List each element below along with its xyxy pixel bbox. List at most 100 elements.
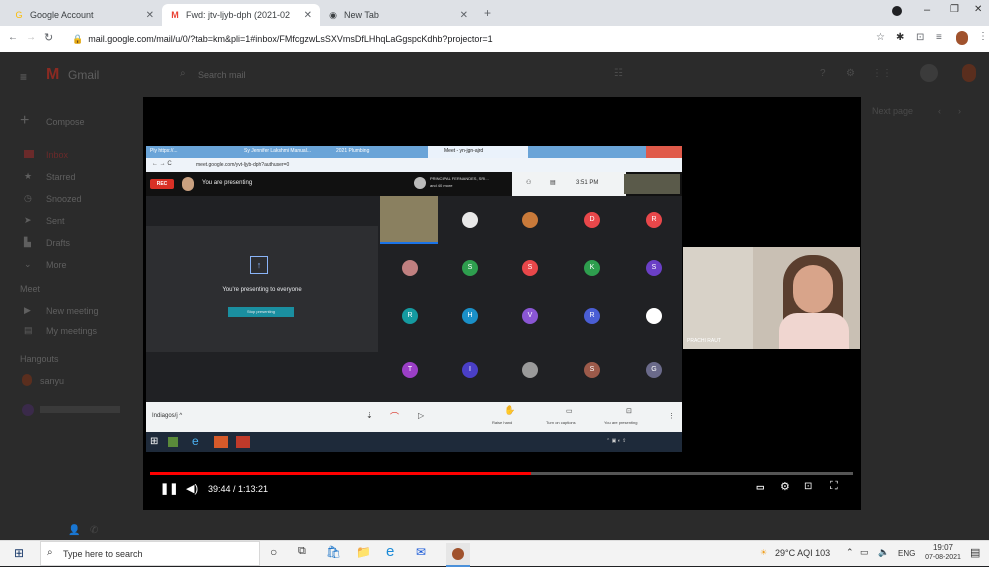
clock-date[interactable]: 07-08-2021 — [924, 554, 962, 561]
gmail-logo-text: Gmail — [68, 68, 100, 82]
chat-icon: ▤ — [550, 180, 556, 186]
nav-sent[interactable]: Sent — [46, 216, 65, 226]
search-options-icon[interactable]: ☷ — [614, 68, 623, 79]
store-icon[interactable]: 🛍 — [326, 545, 341, 559]
raise-hand-label: Raise hand — [492, 420, 513, 425]
cast-icon[interactable]: ⊡ — [916, 32, 924, 43]
miniplayer-icon[interactable]: ⊡ — [804, 481, 812, 492]
participant-tile: R — [402, 308, 418, 324]
presenting-to-everyone-text: You're presenting to everyone — [222, 287, 302, 293]
reload-icon[interactable]: ↻ — [44, 31, 53, 44]
nav-drafts[interactable]: Drafts — [46, 238, 70, 248]
settings-icon[interactable]: ⚙ — [846, 68, 855, 79]
windows-start-icon[interactable]: ⊞ — [14, 546, 24, 560]
participant-video-tile — [380, 196, 438, 244]
close-window-icon[interactable]: ✕ — [974, 4, 982, 15]
browser-tab-new-tab[interactable]: ◉ New Tab ✕ — [320, 4, 476, 26]
participant-tile: G — [646, 362, 662, 378]
nav-inbox[interactable]: Inbox — [46, 150, 68, 160]
new-tab-button[interactable]: + — [484, 6, 491, 20]
phone-icon[interactable]: ✆ — [90, 525, 98, 536]
prev-page-icon[interactable]: ‹ — [938, 106, 941, 116]
weather-text[interactable]: 29°C AQI 103 — [775, 548, 830, 558]
meet-clock: 3:51 PM — [576, 180, 599, 186]
taskbar-search-box[interactable]: ⌕ Type here to search — [40, 541, 260, 566]
nav-snoozed[interactable]: Snoozed — [46, 194, 82, 204]
video-time-readout: 39:44 / 1:13:21 — [208, 484, 269, 494]
pause-icon[interactable]: ❚❚ — [160, 482, 178, 495]
notification-icon[interactable]: ▤ — [970, 546, 980, 559]
clock-time[interactable]: 19:07 — [924, 543, 962, 552]
extension-icon[interactable]: ✱ — [896, 32, 904, 43]
maximize-icon[interactable]: ❐ — [950, 4, 959, 15]
apps-grid-icon[interactable]: ⋮⋮ — [872, 68, 892, 79]
search-icon[interactable]: ⌕ — [180, 68, 186, 79]
battery-icon[interactable]: ▭ — [860, 547, 869, 558]
star-icon[interactable]: ☆ — [876, 32, 885, 43]
more-menu-icon[interactable]: ⋮ — [978, 31, 988, 42]
volume-icon[interactable]: ◀) — [186, 482, 198, 495]
participant-avatar-icon — [414, 177, 426, 189]
close-tab-icon[interactable]: ✕ — [146, 10, 154, 21]
avatar[interactable] — [956, 31, 968, 45]
contact-icon[interactable]: 👤 — [68, 525, 80, 536]
inbox-icon — [24, 150, 34, 158]
speaker-icon[interactable]: 🔈 — [878, 547, 889, 558]
subtitles-icon[interactable]: ▭ — [756, 482, 765, 493]
workspace-logo-icon[interactable] — [920, 64, 938, 82]
profile-dot-icon[interactable] — [892, 6, 902, 16]
people-icon: ⚇ — [526, 180, 532, 186]
help-icon[interactable]: ? — [820, 68, 826, 79]
presenter-avatar — [182, 177, 194, 191]
my-meetings-link[interactable]: My meetings — [46, 326, 97, 336]
tray-chevron-icon[interactable]: ⌃ — [846, 547, 854, 558]
webcam-background-door — [683, 247, 753, 349]
participant-tile: S — [462, 260, 478, 276]
nav-more[interactable]: More — [46, 260, 67, 270]
you-are-presenting-label: You are presenting — [202, 180, 253, 186]
settings-gear-icon[interactable]: ⚙ — [780, 480, 790, 493]
participants-count: and 40 more — [430, 183, 453, 188]
meet-bottom-bar: Indiagos/j ^ ⇣ ⌒ ▷ ✋ Raise hand ▭ Turn o… — [146, 402, 682, 432]
captions-icon: ▭ — [566, 408, 573, 415]
video-progress-track[interactable] — [150, 472, 853, 475]
edge-icon[interactable]: e — [386, 543, 394, 560]
participant-tile: I — [462, 362, 478, 378]
webcam-video-tile: PRACHI RAUT — [683, 247, 860, 349]
participant-tile: D — [584, 212, 600, 228]
close-tab-icon[interactable]: ✕ — [304, 10, 312, 21]
windows-taskbar: ⊞ ⌕ Type here to search ○ ⧉ 🛍 📁 e ✉ ☀ 29… — [0, 540, 989, 567]
compose-plus-icon[interactable]: + — [20, 112, 29, 130]
reading-list-icon[interactable]: ≡ — [936, 32, 942, 43]
language-indicator[interactable]: ENG — [898, 549, 915, 558]
hangouts-user[interactable]: sanyu — [40, 376, 64, 386]
fullscreen-icon[interactable]: ⛶ — [830, 480, 838, 493]
nav-starred[interactable]: Starred — [46, 172, 76, 182]
browser-tab-gmail[interactable]: M Fwd: jtv-ljyb-dph (2021-02 ✕ — [162, 4, 320, 26]
forward-icon[interactable]: → — [26, 32, 36, 43]
file-explorer-icon[interactable]: 📁 — [356, 545, 371, 559]
minimize-icon[interactable]: – — [924, 4, 930, 16]
close-tab-icon[interactable]: ✕ — [460, 10, 468, 21]
compose-button[interactable]: Compose — [46, 117, 85, 127]
gmail-logo-icon[interactable]: M — [46, 66, 59, 84]
browser-tab-google-account[interactable]: G Google Account ✕ — [6, 4, 162, 26]
new-meeting-link[interactable]: New meeting — [46, 306, 99, 316]
mail-app-icon[interactable]: ✉ — [416, 545, 426, 559]
video-icon: ▶ — [24, 305, 31, 315]
gmail-search-input[interactable]: Search mail — [198, 70, 246, 80]
task-view-icon[interactable]: ⧉ — [298, 545, 306, 558]
gmail-avatar[interactable] — [962, 64, 976, 82]
inner-windows-icon: ⊞ — [150, 436, 159, 447]
stop-presenting-button[interactable]: Stop presenting — [228, 307, 294, 317]
back-icon[interactable]: ← — [8, 32, 18, 43]
url-field[interactable]: 🔒 mail.google.com/mail/u/0/?tab=km&pli=1… — [72, 30, 852, 48]
participant-tile: K — [584, 260, 600, 276]
hamburger-icon[interactable]: ≡ — [20, 70, 27, 84]
participant-tile: V — [522, 308, 538, 324]
next-page-icon[interactable]: › — [958, 106, 961, 116]
draft-icon: ▙ — [24, 237, 31, 247]
inner-tab: Ply https://... — [150, 148, 178, 154]
cortana-icon[interactable]: ○ — [270, 545, 277, 559]
camera-icon: ▷ — [418, 411, 425, 420]
